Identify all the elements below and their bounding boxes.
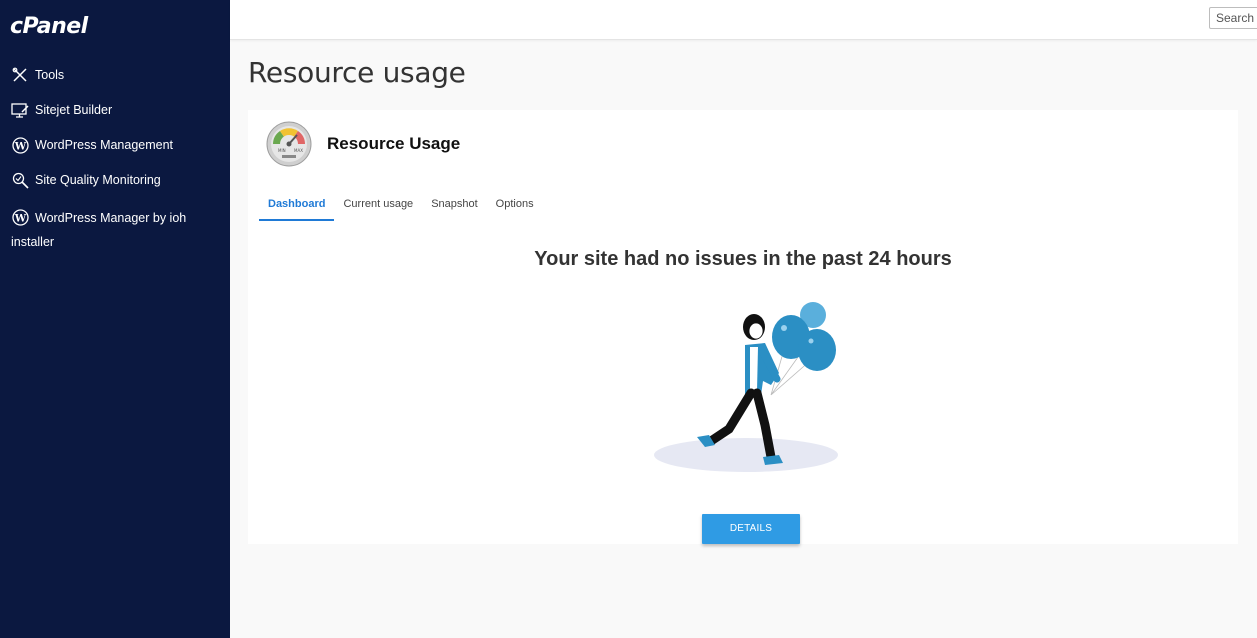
app-title: Resource Usage — [327, 134, 461, 153]
sidebar-item-wordpress-manager-ioh[interactable]: W WordPress Manager by ioh installer — [0, 198, 230, 263]
wordpress-icon: W — [11, 136, 29, 154]
sidebar-item-sitejet-builder[interactable]: Sitejet Builder — [0, 93, 230, 128]
sidebar-item-label: Site Quality Monitoring — [35, 173, 161, 187]
resource-usage-panel: MIN MAX Resource Usage Dashboard Current… — [248, 110, 1238, 544]
woman-with-balloons-illustration — [653, 295, 853, 475]
search-input[interactable]: Search — [1209, 7, 1257, 29]
tab-snapshot[interactable]: Snapshot — [422, 194, 486, 221]
sidebar-item-tools[interactable]: Tools — [0, 58, 230, 93]
svg-text:W: W — [13, 214, 26, 225]
gauge-icon: MIN MAX — [266, 121, 312, 167]
tab-dashboard[interactable]: Dashboard — [259, 194, 335, 221]
sidebar: cPanel Tools Sitejet Builder W WordPress… — [0, 0, 230, 638]
tab-current-usage[interactable]: Current usage — [334, 194, 422, 221]
topbar: Search — [230, 0, 1257, 40]
sidebar-item-label: Tools — [35, 68, 65, 82]
sidebar-item-site-quality-monitoring[interactable]: Site Quality Monitoring — [0, 163, 230, 198]
tab-options[interactable]: Options — [487, 194, 543, 221]
status-headline: Your site had no issues in the past 24 h… — [534, 248, 952, 270]
gauge-min-label: MIN — [278, 148, 286, 153]
monitor-pen-icon — [11, 101, 29, 119]
tab-bar: Dashboard Current usage Snapshot Options — [259, 194, 543, 221]
magnify-check-icon — [11, 171, 29, 189]
sidebar-item-label: WordPress Management — [35, 138, 174, 152]
cpanel-logo[interactable]: cPanel — [10, 14, 88, 39]
sidebar-item-label: Sitejet Builder — [35, 103, 113, 117]
page-title: Resource usage — [248, 56, 466, 89]
sidebar-item-label: WordPress Manager by ioh installer — [11, 211, 187, 249]
gauge-max-label: MAX — [294, 148, 303, 153]
tools-icon — [11, 66, 29, 84]
details-button[interactable]: DETAILS — [702, 514, 800, 544]
sidebar-item-wordpress-management[interactable]: W WordPress Management — [0, 128, 230, 163]
sidebar-nav: Tools Sitejet Builder W WordPress Manage… — [0, 58, 230, 263]
wordpress-icon: W — [11, 209, 29, 227]
svg-text:W: W — [13, 141, 26, 152]
